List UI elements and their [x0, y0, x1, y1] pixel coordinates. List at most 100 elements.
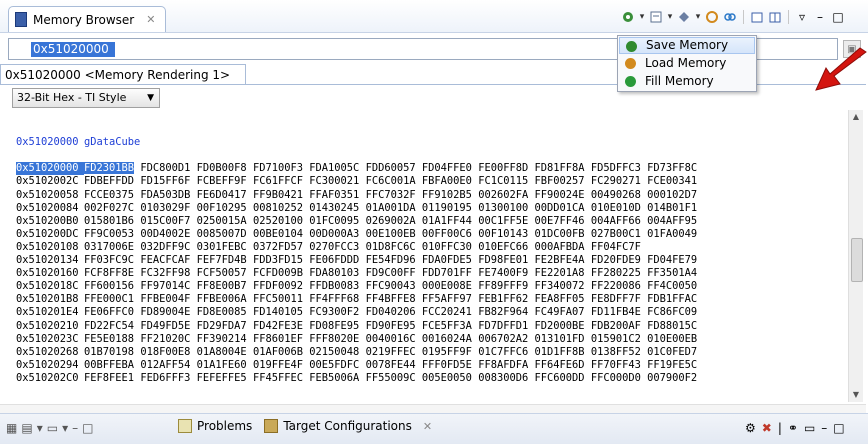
memory-word[interactable]: FD040206 — [366, 306, 416, 318]
memory-word[interactable]: 00C1FF5E — [478, 215, 528, 227]
memory-word[interactable]: 007900F2 — [647, 372, 697, 384]
memory-word[interactable]: FD88015C — [647, 320, 697, 332]
memory-word[interactable]: FE06FDDD — [309, 254, 359, 266]
memory-word[interactable]: 01FA0049 — [647, 228, 697, 240]
memory-word[interactable]: FD04FFE0 — [422, 162, 472, 174]
memory-word[interactable]: 006702A2 — [478, 333, 528, 345]
memory-word[interactable]: 00E100EB — [366, 228, 416, 240]
memory-word[interactable]: 012AFF54 — [140, 359, 190, 371]
view-icon[interactable]: ▭ — [804, 421, 815, 435]
memory-word[interactable]: FF3501A4 — [647, 267, 697, 279]
memory-word[interactable]: 015901C2 — [591, 333, 641, 345]
memory-word[interactable]: FFC600DD — [535, 372, 585, 384]
memory-word[interactable]: 02150048 — [309, 346, 359, 358]
memory-word[interactable]: 015C00F7 — [140, 215, 190, 227]
memory-word[interactable]: FF4BFFE8 — [366, 293, 416, 305]
memory-word[interactable]: FF4C0050 — [647, 280, 697, 292]
memory-word[interactable]: FE54FD96 — [366, 254, 416, 266]
memory-word[interactable]: FD08FE95 — [309, 320, 359, 332]
maximize-icon[interactable]: □ — [82, 421, 93, 435]
memory-word[interactable]: FF64FE6D — [535, 359, 585, 371]
format-select[interactable]: 32-Bit Hex - TI Style ▼ — [12, 88, 160, 108]
memory-word[interactable]: FEF8FEE1 — [84, 372, 134, 384]
memory-word[interactable]: FD20FDE9 — [591, 254, 641, 266]
memory-word[interactable]: 00DD01CA — [535, 202, 585, 214]
memory-word[interactable]: 004AFF66 — [591, 215, 641, 227]
memory-word[interactable]: 010E010D — [591, 202, 641, 214]
memory-word[interactable]: 019FFE4F — [253, 359, 303, 371]
memory-word[interactable]: 00BFFEBA — [84, 359, 134, 371]
memory-word[interactable]: FCE5FF3A — [422, 320, 472, 332]
memory-word[interactable]: 0269002A — [366, 215, 416, 227]
memory-word[interactable]: FF70FF43 — [591, 359, 641, 371]
chevron-down-icon[interactable]: ▾ — [694, 12, 702, 22]
memory-word[interactable]: 000E008E — [422, 280, 472, 292]
memory-word[interactable]: FD04FE79 — [647, 254, 697, 266]
memory-word[interactable]: 0195FF9F — [422, 346, 472, 358]
memory-word[interactable]: 01C0FED7 — [647, 346, 697, 358]
memory-word[interactable]: FDA80103 — [309, 267, 359, 279]
memory-word[interactable]: FD49FD5E — [140, 320, 190, 332]
memory-word[interactable]: 0016024A — [422, 333, 472, 345]
memory-word[interactable]: FF90024E — [535, 189, 585, 201]
memory-word[interactable]: FF45FFEC — [253, 372, 303, 384]
memory-word[interactable]: FC61FFCF — [253, 175, 303, 187]
memory-action-icon[interactable] — [620, 9, 636, 25]
vertical-scrollbar[interactable]: ▲ ▼ — [848, 110, 863, 402]
memory-word[interactable]: FD90FE95 — [366, 320, 416, 332]
memory-word[interactable]: FF8E00B7 — [197, 280, 247, 292]
link-icon[interactable] — [722, 9, 738, 25]
memory-word[interactable]: FCFD009B — [253, 267, 303, 279]
memory-word[interactable]: FD2000BE — [535, 320, 585, 332]
memory-word[interactable]: 01190195 — [422, 202, 472, 214]
memory-word[interactable]: FFAF0351 — [309, 189, 359, 201]
memory-word[interactable]: FD7DFFD1 — [478, 320, 528, 332]
memory-word[interactable]: FEB1FF62 — [478, 293, 528, 305]
memory-word[interactable]: FCBEFF9F — [197, 175, 247, 187]
memory-word[interactable]: FD9C00FF — [366, 267, 416, 279]
maximize-icon[interactable]: □ — [830, 9, 846, 25]
memory-word[interactable]: FF04FC7F — [591, 241, 641, 253]
memory-word[interactable]: 00F10295 — [197, 202, 247, 214]
view-menu-icon[interactable]: ▿ — [794, 9, 810, 25]
memory-word[interactable]: FDD3FD15 — [253, 254, 303, 266]
tab-target-configurations[interactable]: Target Configurations ✕ — [264, 419, 432, 433]
chevron-down-icon[interactable]: ▾ — [638, 12, 646, 22]
chevron-down-icon[interactable]: ▾ — [62, 421, 68, 435]
memory-word[interactable]: 004AFF95 — [647, 215, 697, 227]
memory-word[interactable]: FF220086 — [591, 280, 641, 292]
split-view-icon[interactable] — [767, 9, 783, 25]
memory-word[interactable]: 0219FFEC — [366, 346, 416, 358]
memory-word[interactable]: FE00FF8D — [478, 162, 528, 174]
memory-word[interactable]: 002602FA — [478, 189, 528, 201]
memory-word[interactable]: FFC50011 — [253, 293, 303, 305]
memory-word[interactable]: FDA1005C — [309, 162, 359, 174]
minimize-icon[interactable]: – — [72, 421, 78, 435]
memory-word[interactable]: 0103029F — [140, 202, 190, 214]
memory-word[interactable]: FE2201A8 — [535, 267, 585, 279]
new-icon[interactable]: ▤ — [21, 421, 32, 435]
memory-word[interactable]: 00FF00C6 — [422, 228, 472, 240]
memory-word[interactable]: FF600156 — [84, 280, 134, 292]
memory-word[interactable]: FD7100F3 — [253, 162, 303, 174]
memory-word[interactable]: FF97014C — [140, 280, 190, 292]
memory-word[interactable]: FD5DFFC3 — [591, 162, 641, 174]
memory-word[interactable]: FEF7FD4B — [197, 254, 247, 266]
memory-word[interactable]: FF9C0053 — [84, 228, 134, 240]
memory-word[interactable]: 01D1FF8B — [535, 346, 585, 358]
memory-word[interactable]: 00F10143 — [478, 228, 528, 240]
memory-word[interactable]: 0085007D — [197, 228, 247, 240]
memory-word[interactable]: FDD701FF — [422, 267, 472, 279]
memory-word[interactable]: FF8AFDFA — [478, 359, 528, 371]
memory-word[interactable]: FFDF0092 — [253, 280, 303, 292]
memory-word[interactable]: FD22FC54 — [84, 320, 134, 332]
memory-word[interactable]: 015801B6 — [84, 215, 134, 227]
memory-word[interactable]: 002F027C — [84, 202, 134, 214]
close-icon[interactable]: ✕ — [423, 420, 432, 433]
memory-word[interactable]: 01AF006B — [253, 346, 303, 358]
memory-word[interactable]: FFF8020E — [309, 333, 359, 345]
memory-word[interactable]: FE6D0417 — [197, 189, 247, 201]
memory-word[interactable]: FD0B00F8 — [197, 162, 247, 174]
memory-word[interactable]: FC86FC09 — [647, 306, 697, 318]
memory-word[interactable]: 032DFF9C — [140, 241, 190, 253]
